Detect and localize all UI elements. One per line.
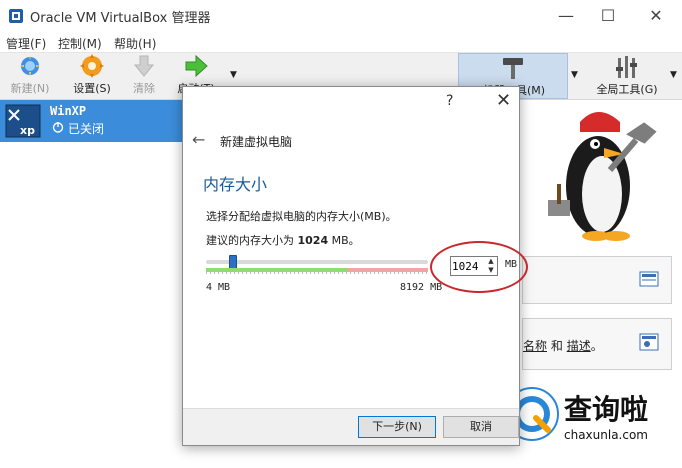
details-box[interactable] — [522, 256, 672, 304]
global-tools-button[interactable]: 全局工具(G) — [582, 53, 672, 99]
penguin-mascot-icon — [548, 112, 657, 241]
tools-icon — [616, 56, 637, 78]
discard-arrow-icon — [133, 55, 155, 77]
menu-manage[interactable]: 管理(F) — [6, 35, 46, 52]
memory-min-label: 4 MB — [206, 282, 231, 293]
watermark-cn: 查询啦 — [564, 393, 649, 426]
machine-tools-dropdown-icon[interactable]: ▼ — [571, 70, 578, 80]
vm-name: WinXP — [50, 104, 87, 118]
start-arrow-icon — [185, 54, 208, 78]
watermark-en: chaxunla.com — [564, 428, 648, 442]
box-suffix: 。 — [590, 339, 603, 353]
menu-bar — [0, 32, 682, 52]
memory-slider-handle[interactable] — [228, 255, 237, 269]
windows-xp-os-icon: xp — [5, 104, 41, 138]
recommend-suffix: MB。 — [331, 234, 360, 247]
snapshots-box[interactable]: 名称 和 描述。 — [522, 318, 672, 370]
settings-button[interactable]: 设置(S) — [66, 54, 118, 98]
global-tools-label: 全局工具(G) — [596, 83, 658, 96]
recommend-prefix: 建议的内存大小为 — [206, 234, 294, 247]
close-window-button[interactable]: ✕ — [636, 4, 676, 28]
vm-list — [0, 100, 182, 468]
details-monitor-icon — [639, 271, 659, 287]
settings-label: 设置(S) — [73, 82, 111, 95]
global-tools-dropdown-icon[interactable]: ▼ — [670, 70, 677, 80]
discard-label: 清除 — [133, 82, 155, 95]
snapshot-camera-icon — [639, 333, 659, 351]
memory-scale-ticks — [206, 271, 428, 274]
menu-help[interactable]: 帮助(H) — [114, 35, 156, 52]
description-link[interactable]: 描述 — [567, 339, 591, 353]
window-title: Oracle VM VirtualBox 管理器 — [30, 11, 211, 26]
red-annotation-circle — [430, 241, 528, 293]
new-vm-label: 新建(N) — [10, 82, 50, 95]
vm-state: 已关闭 — [68, 122, 105, 136]
watermark-logo: 查询啦 chaxunla.com — [500, 380, 682, 468]
discard-button[interactable]: 清除 — [118, 54, 170, 98]
name-link[interactable]: 名称 — [523, 339, 547, 353]
virtualbox-app-icon — [9, 9, 23, 23]
minimize-button[interactable]: — — [546, 4, 586, 28]
gear-icon — [80, 54, 104, 78]
and-connector: 和 — [550, 339, 563, 353]
snapshots-hint: 名称 和 描述。 — [523, 337, 603, 354]
dialog-close-button[interactable]: ✕ — [496, 90, 511, 111]
menu-control[interactable]: 控制(M) — [58, 35, 102, 52]
page-title: 内存大小 — [203, 175, 268, 194]
cancel-button[interactable]: 取消 — [443, 416, 519, 438]
memory-description: 选择分配给虚拟电脑的内存大小(MB)。 — [206, 210, 397, 223]
xp-glyph-text: xp — [20, 124, 35, 137]
new-sparkle-icon — [19, 55, 41, 77]
memory-slider-track[interactable] — [206, 260, 428, 264]
power-off-icon — [52, 122, 64, 133]
back-arrow-icon[interactable]: ← — [192, 130, 205, 149]
next-button[interactable]: 下一步(N) — [358, 416, 436, 438]
recommend-value: 1024 — [297, 234, 329, 247]
start-dropdown-icon[interactable]: ▼ — [230, 70, 237, 80]
new-vm-button[interactable]: 新建(N) — [4, 54, 56, 98]
memory-recommendation: 建议的内存大小为 1024 MB。 — [206, 232, 360, 248]
maximize-button[interactable]: ☐ — [588, 4, 628, 28]
memory-max-label: 8192 MB — [400, 282, 443, 293]
help-button[interactable]: ? — [446, 93, 453, 109]
hammer-icon — [503, 58, 523, 79]
dialog-title: 新建虚拟电脑 — [220, 135, 293, 149]
